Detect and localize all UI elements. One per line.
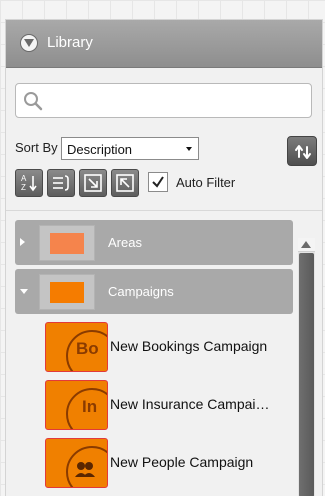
search-icon <box>24 92 43 111</box>
item-label: New Insurance Campai… <box>110 396 270 412</box>
refresh-button[interactable] <box>287 136 317 166</box>
collapse-all-button[interactable] <box>111 169 139 197</box>
auto-filter-checkbox[interactable] <box>148 172 168 192</box>
item-label: New Bookings Campaign <box>110 338 268 354</box>
library-list: Areas Campaigns Bo New Bookings Campaign <box>6 211 322 496</box>
sort-by-label: Sort By <box>15 140 58 155</box>
people-icon <box>66 446 107 487</box>
list-item[interactable]: In New Insurance Campai… <box>45 380 293 430</box>
campaign-abbr: In <box>82 397 98 416</box>
area-swatch <box>50 233 84 254</box>
item-label: New People Campaign <box>110 454 254 470</box>
sort-by-select[interactable]: Description <box>61 137 199 160</box>
library-header: Library <box>6 20 322 68</box>
refresh-icon <box>295 145 311 159</box>
collapse-arrow-icon[interactable] <box>20 289 28 294</box>
campaign-icon <box>45 438 108 488</box>
expand-icon <box>84 174 102 192</box>
campaign-swatch <box>50 282 84 303</box>
campaign-icon: Bo <box>45 322 108 372</box>
svg-text:A: A <box>21 174 27 183</box>
scroll-thumb[interactable] <box>299 253 314 496</box>
svg-text:Z: Z <box>21 183 26 192</box>
list-view-button[interactable] <box>47 169 75 197</box>
sort-az-icon: A Z <box>21 174 37 192</box>
search-input[interactable] <box>48 88 307 114</box>
vertical-scrollbar[interactable] <box>298 238 315 496</box>
group-thumbnail <box>39 274 95 310</box>
sort-by-value: Description <box>67 142 133 157</box>
group-row-campaigns[interactable]: Campaigns <box>15 269 293 314</box>
expand-all-button[interactable] <box>79 169 107 197</box>
list-item[interactable]: New People Campaign <box>45 438 293 488</box>
checkmark-icon <box>152 176 164 188</box>
scroll-up-button[interactable] <box>298 238 315 252</box>
group-label: Areas <box>108 235 142 250</box>
campaign-icon: In <box>45 380 108 430</box>
sort-az-button[interactable]: A Z <box>15 169 43 197</box>
collapse-icon <box>116 174 134 192</box>
search-box[interactable] <box>15 83 312 118</box>
campaign-abbr: Bo <box>76 339 99 358</box>
dropdown-caret-icon <box>186 147 192 151</box>
group-thumbnail <box>39 225 95 261</box>
list-icon <box>53 175 69 191</box>
auto-filter-label: Auto Filter <box>176 175 236 190</box>
panel-title: Library <box>47 34 93 51</box>
chevron-down-icon <box>24 39 34 47</box>
group-row-areas[interactable]: Areas <box>15 220 293 265</box>
expand-arrow-icon[interactable] <box>20 238 25 246</box>
collapse-button[interactable] <box>20 34 38 52</box>
group-label: Campaigns <box>108 284 174 299</box>
library-panel: Library Sort By Description A Z Auto Fil… <box>5 19 323 496</box>
list-item[interactable]: Bo New Bookings Campaign <box>45 322 293 372</box>
